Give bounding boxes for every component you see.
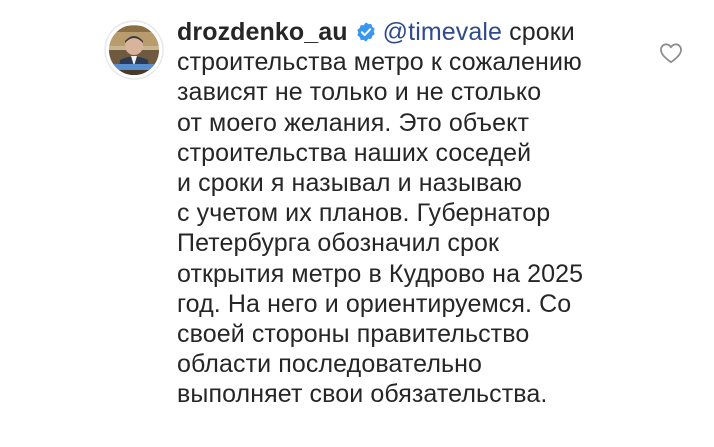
like-button[interactable]	[659, 42, 683, 64]
comment-text-line: от моего желания. Это объект	[177, 108, 530, 137]
comment-text-line: своей стороны правительство	[177, 320, 530, 349]
comment-text-line: открытия метро в Кудрово на 2025	[177, 259, 584, 288]
comment-text-line: строительства метро к сожалению	[177, 48, 582, 77]
verified-badge-icon	[355, 21, 377, 43]
comment-first-line: drozdenko_au @timevale сроки	[177, 17, 637, 47]
avatar[interactable]	[104, 20, 164, 80]
comment-text-line: строительства наших соседей	[177, 138, 532, 167]
comment-text-start: сроки	[509, 18, 575, 46]
comment-text-line: год. На него и ориентируемся. Со	[177, 289, 572, 318]
comment-text-line: области последовательно	[177, 350, 483, 379]
comment-text-line: зависят не только и не столько	[177, 78, 542, 107]
heart-outline-icon	[660, 43, 682, 64]
comment-text-line: выполняет свои обязательства.	[177, 380, 548, 409]
comment-body: drozdenko_au @timevale сроки строительств…	[177, 17, 637, 410]
profile-photo	[104, 20, 164, 80]
comment-text-line: Петербурга обозначил срок	[177, 229, 500, 258]
username-link[interactable]: drozdenko_au	[177, 18, 348, 46]
mention-link[interactable]: @timevale	[383, 18, 502, 46]
comment-text-line: с учетом их планов. Губернатор	[177, 199, 551, 228]
comment: drozdenko_au @timevale сроки строительств…	[0, 0, 714, 447]
comment-text-line: и сроки я называл и называю	[177, 169, 522, 198]
